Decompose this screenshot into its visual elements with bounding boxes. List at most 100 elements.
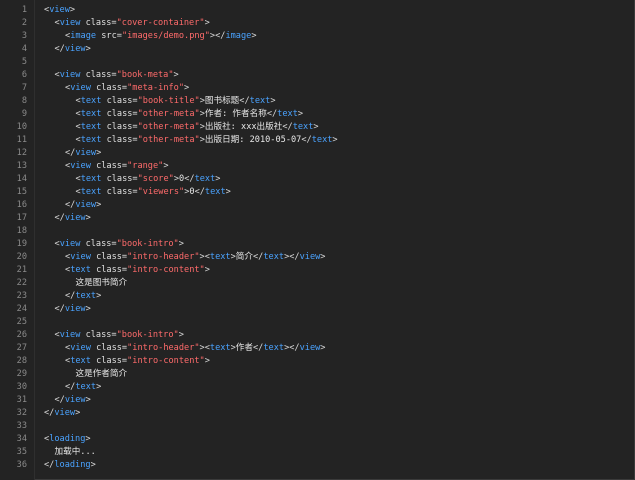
punctuation-token: > <box>332 135 338 145</box>
tag-name-token: text <box>70 356 91 366</box>
punctuation-token: > <box>96 200 102 210</box>
punctuation-token: </ <box>239 96 250 106</box>
line-number: 12 <box>16 148 27 158</box>
code-line[interactable]: 2 <view class="cover-container"> <box>0 17 635 30</box>
tag-name-token: view <box>70 252 91 262</box>
punctuation-token: > <box>204 265 210 275</box>
code-line[interactable]: 8 <text class="book-title">图书标题</text> <box>0 95 635 108</box>
code-content: <image src="images/demo.png"></image> <box>65 30 257 43</box>
string-token: "book-intro" <box>116 239 179 249</box>
code-line[interactable]: 17 </view> <box>0 212 635 225</box>
tag-name-token: view <box>59 330 81 340</box>
tag-name-token: text <box>80 109 102 119</box>
tag-name-token: text <box>80 135 102 145</box>
line-number: 23 <box>16 291 27 301</box>
code-line[interactable]: 23 </text> <box>0 290 635 303</box>
code-line[interactable]: 16 </view> <box>0 199 635 212</box>
code-line[interactable]: 19 <view class="book-intro"> <box>0 238 635 251</box>
code-line[interactable]: 7 <view class="meta-info"> <box>0 82 635 95</box>
code-line[interactable]: 13 <view class="range"> <box>0 160 635 173</box>
attribute-token: class= <box>90 265 128 275</box>
attribute-token: class= <box>80 239 117 249</box>
line-number: 9 <box>21 109 27 119</box>
code-line[interactable]: 1 <view> <box>0 4 635 17</box>
line-number: 17 <box>16 213 27 223</box>
code-line[interactable]: 34 <loading> <box>0 433 635 446</box>
tag-name-token: image <box>70 31 97 41</box>
attribute-token: class= <box>101 135 138 145</box>
code-line[interactable]: 29 这是作者简介 <box>0 368 635 381</box>
code-line[interactable]: 33 <box>0 420 635 433</box>
punctuation-token: </ <box>54 395 65 405</box>
code-line[interactable]: 18 <box>0 225 635 238</box>
code-line[interactable]: 3 <image src="images/demo.png"></image> <box>0 30 635 43</box>
code-line[interactable]: 31 </view> <box>0 394 635 407</box>
attribute-token: class= <box>101 109 138 119</box>
code-line[interactable]: 4 </view> <box>0 43 635 56</box>
punctuation-token: > <box>96 291 102 301</box>
text-token: 这是图书简介 <box>75 278 128 288</box>
tag-name-token: text <box>204 187 226 197</box>
code-line[interactable]: 15 <text class="viewers">0</text> <box>0 186 635 199</box>
line-number: 34 <box>16 434 27 444</box>
punctuation-token: </ <box>44 460 55 470</box>
code-line[interactable]: 9 <text class="other-meta">作者: 作者名称</text… <box>0 108 635 121</box>
code-line[interactable]: 10 <text class="other-meta">出版社: xxx出版社</… <box>0 121 635 134</box>
code-content: <view class="book-intro"> <box>55 238 184 251</box>
code-content: </view> <box>44 407 80 420</box>
code-line[interactable]: 32 </view> <box>0 407 635 420</box>
code-line[interactable]: 21 <text class="intro-content"> <box>0 264 635 277</box>
line-number: 5 <box>21 57 27 67</box>
code-line[interactable]: 6 <view class="book-meta"> <box>0 69 635 82</box>
line-number: 7 <box>21 83 27 93</box>
tag-name-token: text <box>249 96 271 106</box>
code-line[interactable]: 11 <text class="other-meta">出版日期: 2010-05… <box>0 134 635 147</box>
code-content: </view> <box>65 199 101 212</box>
code-line[interactable]: 14 <text class="score">0</text> <box>0 173 635 186</box>
punctuation-token: </ <box>184 174 195 184</box>
string-token: "intro-content" <box>127 356 205 366</box>
code-line[interactable]: 20 <view class="intro-header"><text>简介</t… <box>0 251 635 264</box>
code-line[interactable]: 26 <view class="book-intro"> <box>0 329 635 342</box>
code-content: 加载中... <box>55 446 96 459</box>
code-line[interactable]: 36 </loading> <box>0 459 635 472</box>
tag-name-token: text <box>263 252 285 262</box>
code-content: <view> <box>44 4 75 17</box>
code-line[interactable]: 5 <box>0 56 635 69</box>
code-line[interactable]: 28 <text class="intro-content"> <box>0 355 635 368</box>
code-content: <text class="other-meta">作者: 作者名称</text> <box>76 108 304 121</box>
string-token: "score" <box>137 174 174 184</box>
line-number: 28 <box>16 356 27 366</box>
code-content: </text> <box>65 381 101 394</box>
code-line[interactable]: 35 加载中... <box>0 446 635 459</box>
code-content: </view> <box>55 394 91 407</box>
code-line[interactable]: 12 </view> <box>0 147 635 160</box>
punctuation-token: > <box>85 395 91 405</box>
code-line[interactable]: 25 <box>0 316 635 329</box>
string-token: "meta-info" <box>127 83 185 93</box>
string-token: "book-meta" <box>116 70 174 80</box>
line-number: 16 <box>16 200 27 210</box>
text-token: 这是作者简介 <box>75 369 128 379</box>
code-line[interactable]: 27 <view class="intro-header"><text>作者</t… <box>0 342 635 355</box>
punctuation-token: > <box>96 148 102 158</box>
code-editor[interactable]: 1 <view> 2 <view class="cover-container"> 3 <… <box>0 0 635 480</box>
line-number: 6 <box>21 70 27 80</box>
punctuation-token: > <box>173 70 179 80</box>
line-number: 27 <box>16 343 27 353</box>
tag-name-token: loading <box>54 460 91 470</box>
punctuation-token: > <box>184 83 190 93</box>
code-content: <view class="book-intro"> <box>55 329 184 342</box>
code-line[interactable]: 22 这是图书简介 <box>0 277 635 290</box>
code-content: <view class="range"> <box>65 160 169 173</box>
tag-name-token: text <box>80 174 102 184</box>
code-content: <text class="score">0</text> <box>76 173 221 186</box>
code-content: <view class="intro-header"><text>简介</tex… <box>65 251 325 264</box>
code-line[interactable]: 24 </view> <box>0 303 635 316</box>
code-content: <view class="book-meta"> <box>55 69 179 82</box>
code-line[interactable]: 30 </text> <box>0 381 635 394</box>
punctuation-token: > <box>204 18 210 28</box>
text-token: 作者: 作者名称 <box>204 109 267 119</box>
tag-name-token: view <box>59 70 81 80</box>
punctuation-token: </ <box>194 187 205 197</box>
